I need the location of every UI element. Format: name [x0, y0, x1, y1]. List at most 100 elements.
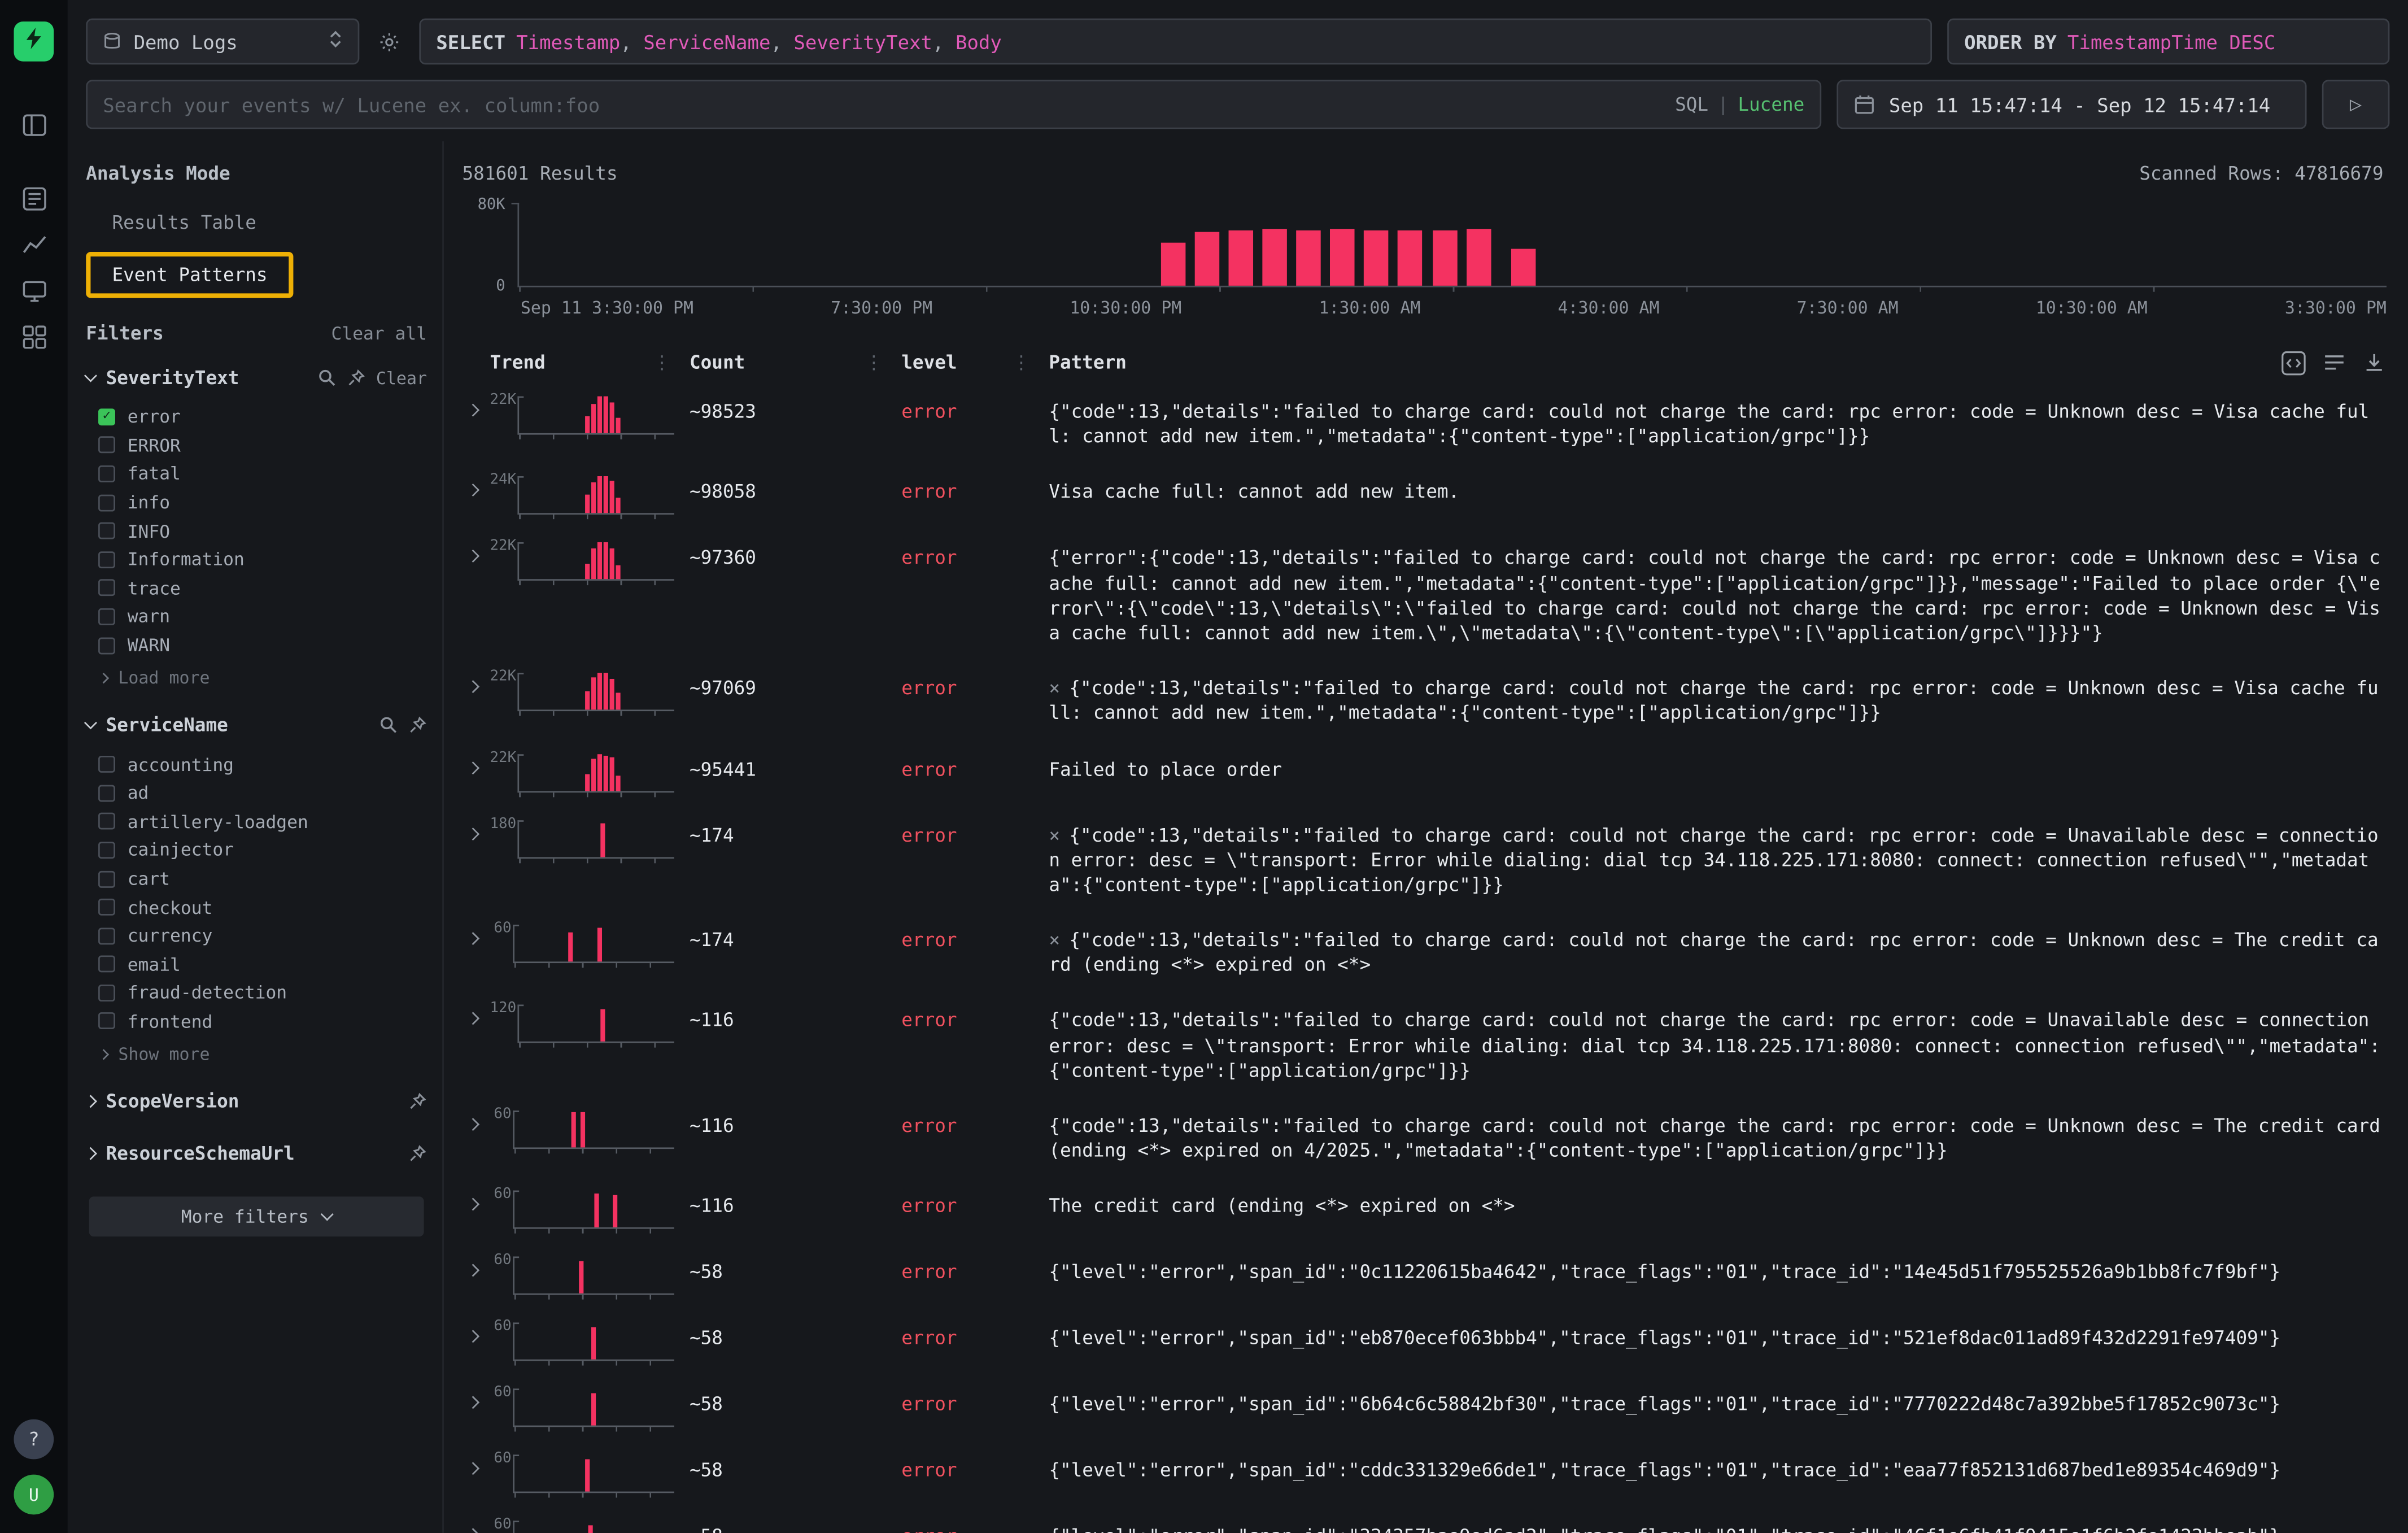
filter-checkbox[interactable]: cart — [86, 864, 427, 893]
pattern-row[interactable]: 60~116error{"code":13,"details":"failed … — [456, 1097, 2387, 1177]
expand-row-button[interactable] — [456, 1254, 490, 1275]
checkbox[interactable] — [98, 437, 115, 454]
checkbox[interactable] — [98, 522, 115, 539]
checkbox[interactable] — [98, 785, 115, 802]
lucene-mode-label[interactable]: Lucene — [1738, 94, 1804, 115]
logs-icon[interactable] — [12, 178, 55, 218]
pattern-row[interactable]: 60~58error{"level":"error","span_id":"33… — [456, 1508, 2387, 1533]
histogram-bar[interactable] — [1329, 229, 1354, 286]
filter-checkbox[interactable]: info — [86, 488, 427, 517]
expand-row-button[interactable] — [456, 1386, 490, 1408]
checkbox[interactable] — [98, 756, 115, 773]
screens-icon[interactable] — [12, 271, 55, 311]
clear-all-button[interactable]: Clear all — [331, 323, 427, 344]
sidebar-toggle-icon[interactable] — [12, 104, 55, 145]
expand-row-button[interactable] — [456, 1108, 490, 1129]
checkbox[interactable] — [98, 813, 115, 830]
filter-checkbox[interactable]: accounting — [86, 750, 427, 779]
column-menu-icon[interactable]: ⋮ — [865, 352, 901, 373]
column-header-level[interactable]: level⋮ — [901, 352, 1049, 373]
clear-filter-button[interactable]: Clear — [376, 368, 427, 387]
pattern-row[interactable]: 120~116error{"code":13,"details":"failed… — [456, 991, 2387, 1096]
filter-group-header[interactable]: ServiceName — [86, 707, 427, 744]
expand-row-button[interactable] — [456, 750, 490, 772]
pattern-row[interactable]: 60~58error{"level":"error","span_id":"cd… — [456, 1441, 2387, 1508]
help-button[interactable]: ? — [14, 1419, 54, 1460]
pin-icon[interactable] — [408, 1145, 427, 1164]
filter-checkbox[interactable]: INFO — [86, 517, 427, 546]
checkbox[interactable]: ✓ — [98, 408, 115, 425]
sql-mode-label[interactable]: SQL — [1675, 94, 1708, 115]
filter-checkbox[interactable]: ad — [86, 779, 427, 808]
pattern-row[interactable]: 24K~98058errorVisa cache full: cannot ad… — [456, 463, 2387, 529]
filter-checkbox[interactable]: Information — [86, 545, 427, 574]
search-input[interactable] — [103, 93, 1663, 116]
histogram-bar[interactable] — [1432, 231, 1457, 286]
filter-checkbox[interactable]: fatal — [86, 460, 427, 489]
filter-checkbox[interactable]: frontend — [86, 1007, 427, 1036]
search-icon[interactable] — [379, 716, 398, 735]
code-view-icon[interactable] — [2280, 350, 2306, 376]
filter-checkbox[interactable]: fraud-detection — [86, 979, 427, 1008]
expand-row-button[interactable] — [456, 922, 490, 943]
expand-row-button[interactable] — [456, 1518, 490, 1533]
select-query-input[interactable]: SELECT Timestamp, ServiceName, SeverityT… — [419, 19, 1932, 65]
expand-row-button[interactable] — [456, 474, 490, 495]
chart-icon[interactable] — [12, 224, 55, 264]
pattern-row[interactable]: 60~116errorThe credit card (ending <*> e… — [456, 1177, 2387, 1243]
search-icon[interactable] — [318, 369, 337, 387]
column-header-count[interactable]: Count⋮ — [690, 352, 901, 373]
column-settings-icon[interactable] — [2322, 350, 2347, 375]
filter-checkbox[interactable]: currency — [86, 921, 427, 950]
pattern-row[interactable]: 22K~98523error{"code":13,"details":"fail… — [456, 382, 2387, 463]
pattern-row[interactable]: 180~174error×{"code":13,"details":"faile… — [456, 805, 2387, 911]
source-selector[interactable]: Demo Logs — [86, 19, 359, 65]
show-more-button[interactable]: Show more — [86, 1039, 427, 1068]
pattern-row[interactable]: 22K~97360error{"error":{"code":13,"detai… — [456, 529, 2387, 659]
run-query-button[interactable]: ▷ — [2322, 80, 2390, 129]
expand-row-button[interactable] — [456, 1188, 490, 1209]
pattern-row[interactable]: 60~58error{"level":"error","span_id":"0c… — [456, 1243, 2387, 1309]
analysis-mode-option[interactable]: Event Patterns — [86, 252, 294, 298]
expand-row-button[interactable] — [456, 540, 490, 561]
filter-checkbox[interactable]: trace — [86, 574, 427, 603]
histogram-bar[interactable] — [1229, 231, 1254, 286]
pin-icon[interactable] — [408, 1092, 427, 1111]
pattern-row[interactable]: 22K~95441errorFailed to place order — [456, 739, 2387, 805]
expand-row-button[interactable] — [456, 1320, 490, 1342]
pattern-row[interactable]: 60~58error{"level":"error","span_id":"eb… — [456, 1309, 2387, 1375]
histogram-bar[interactable] — [1363, 231, 1388, 286]
filter-checkbox[interactable]: cainjector — [86, 836, 427, 865]
histogram-bar[interactable] — [1162, 243, 1186, 286]
more-filters-button[interactable]: More filters — [89, 1197, 424, 1237]
histogram-bar[interactable] — [1262, 229, 1287, 286]
user-avatar[interactable]: U — [14, 1475, 54, 1515]
checkbox[interactable] — [98, 985, 115, 1001]
column-header-trend[interactable]: Trend⋮ — [490, 352, 690, 373]
filter-checkbox[interactable]: artillery-loadgen — [86, 807, 427, 836]
app-logo[interactable] — [14, 21, 54, 62]
column-menu-icon[interactable]: ⋮ — [653, 352, 690, 373]
expand-row-button[interactable] — [456, 393, 490, 415]
pin-icon[interactable] — [347, 369, 365, 387]
checkbox[interactable] — [98, 465, 115, 482]
histogram-bar[interactable] — [1195, 232, 1220, 285]
orderby-input[interactable]: ORDER BY TimestampTime DESC — [1947, 19, 2389, 65]
pattern-row[interactable]: 60~58error{"level":"error","span_id":"6b… — [456, 1375, 2387, 1441]
filter-group-header[interactable]: ResourceSchemaUrl — [86, 1135, 427, 1172]
filter-checkbox[interactable]: checkout — [86, 893, 427, 922]
filter-group-header[interactable]: SeverityTextClear — [86, 359, 427, 396]
show-more-button[interactable]: Load more — [86, 663, 427, 692]
download-icon[interactable] — [2362, 350, 2387, 375]
expand-row-button[interactable] — [456, 1452, 490, 1474]
checkbox[interactable] — [98, 899, 115, 916]
histogram-bar[interactable] — [1397, 230, 1421, 286]
expand-row-button[interactable] — [456, 816, 490, 838]
checkbox[interactable] — [98, 637, 115, 654]
date-range-picker[interactable]: Sep 11 15:47:14 - Sep 12 15:47:14 — [1836, 80, 2306, 129]
checkbox[interactable] — [98, 842, 115, 859]
checkbox[interactable] — [98, 608, 115, 625]
filter-checkbox[interactable]: email — [86, 950, 427, 979]
histogram-bar[interactable] — [1296, 230, 1321, 286]
column-header-pattern[interactable]: Pattern — [1049, 350, 2387, 376]
